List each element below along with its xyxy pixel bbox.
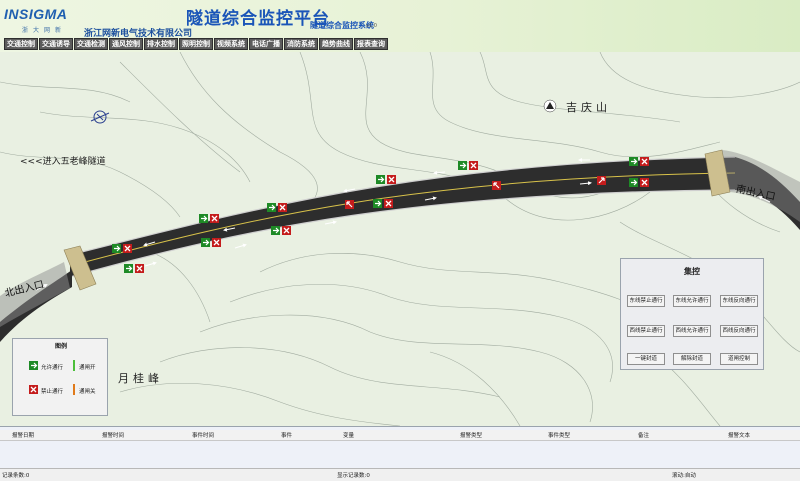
header: INSIGMA 浙大网新 浙江网新电气技术有限公司 隧道综合监控平台 隧道综合监…	[0, 0, 800, 52]
page-title: 隧道综合监控平台	[186, 9, 330, 29]
lane-signal-reverse[interactable]	[492, 181, 501, 190]
logo-sub: 浙大网新	[22, 27, 67, 34]
legend-forbid-label: 禁止通行	[41, 389, 64, 395]
mountain-south-label: 月桂峰	[118, 372, 163, 385]
lane-signal-forbid[interactable]	[210, 214, 219, 223]
menu-traffic-detection[interactable]: 交通检测	[74, 38, 108, 50]
menu-bar: 交通控制 交通诱导 交通检测 通风控制 排水控制 照明控制 视频系统 电话广播 …	[4, 38, 388, 50]
col-remark[interactable]: 备注	[638, 431, 649, 439]
alarm-table[interactable]: 报警日期 报警时间 事件时间 事件 变量 报警类型 事件类型 备注 报警文本	[0, 426, 800, 469]
lane-signal-allow[interactable]	[201, 238, 210, 247]
lane-signal-reverse[interactable]	[597, 176, 606, 185]
menu-drainage[interactable]: 排水控制	[144, 38, 178, 50]
alarm-table-header: 报警日期 报警时间 事件时间 事件 变量 报警类型 事件类型 备注 报警文本	[0, 430, 800, 441]
east-forbid-button[interactable]: 东线禁止通行	[627, 295, 665, 307]
gate-control-button[interactable]: 道闸控制	[720, 353, 758, 365]
col-alarm-date[interactable]: 报警日期	[12, 431, 34, 439]
lane-signal-allow[interactable]	[458, 161, 467, 170]
lane-signal-forbid[interactable]	[384, 199, 393, 208]
record-count: 记录条数:0	[2, 473, 30, 479]
menu-lighting[interactable]: 照明控制	[179, 38, 213, 50]
menu-fire[interactable]: 消防系统	[284, 38, 318, 50]
legend-gate-closed-label: 通闸关	[79, 389, 96, 395]
menu-phone-broadcast[interactable]: 电话广播	[249, 38, 283, 50]
menu-traffic-guidance[interactable]: 交通诱导	[39, 38, 73, 50]
tunnel-direction-label: <<<进入五老峰隧道	[20, 157, 106, 167]
logo-brand: INSIGMA	[4, 6, 68, 22]
menu-ventilation[interactable]: 通风控制	[109, 38, 143, 50]
lane-signal-allow[interactable]	[267, 203, 276, 212]
company-logo: INSIGMA 浙大网新	[4, 6, 80, 40]
system-subtitle: 隧道综合监控系统	[310, 21, 374, 30]
col-variable[interactable]: 变量	[343, 431, 354, 439]
lane-signal-forbid[interactable]	[212, 238, 221, 247]
lane-signal-allow[interactable]	[629, 178, 638, 187]
menu-video[interactable]: 视频系统	[214, 38, 248, 50]
legend-panel: 图例 允许通行 通闸开 禁止通行 通闸关	[12, 338, 108, 416]
west-forbid-button[interactable]: 西线禁止通行	[627, 325, 665, 337]
allow-arrow-icon	[29, 361, 38, 370]
compass-icon	[90, 110, 110, 124]
legend-allow-label: 允许通行	[41, 365, 64, 371]
lane-signal-allow[interactable]	[271, 226, 280, 235]
legend-gate-open-label: 通闸开	[79, 365, 96, 371]
west-reverse-button[interactable]: 西线反向通行	[720, 325, 758, 337]
status-bar: 记录条数:0 显示记录数:0 滚动:自动	[0, 468, 800, 481]
display-count: 显示记录数:0	[337, 473, 370, 479]
menu-traffic-control[interactable]: 交通控制	[4, 38, 38, 50]
lane-signal-forbid[interactable]	[282, 226, 291, 235]
east-reverse-button[interactable]: 东线反向通行	[720, 295, 758, 307]
col-event-type[interactable]: 事件类型	[548, 431, 570, 439]
mountain-peak-icon	[543, 99, 557, 113]
lane-signal-allow[interactable]	[124, 264, 133, 273]
central-control-panel: 集控 东线禁止通行 东线允许通行 东线反向通行 西线禁止通行 西线允许通行 西线…	[620, 258, 764, 370]
version-label: v1.0	[366, 23, 377, 29]
legend-title: 图例	[54, 343, 67, 350]
lane-signal-forbid[interactable]	[640, 178, 649, 187]
col-event-time[interactable]: 事件时间	[192, 431, 214, 439]
lane-signal-allow[interactable]	[112, 244, 121, 253]
scroll-state: 滚动:自动	[672, 473, 696, 479]
col-event[interactable]: 事件	[281, 431, 292, 439]
gate-closed-icon	[73, 384, 75, 395]
lane-signal-allow[interactable]	[376, 175, 385, 184]
menu-trend[interactable]: 趋势曲线	[319, 38, 353, 50]
forbid-x-icon	[29, 385, 38, 394]
lane-signal-forbid[interactable]	[123, 244, 132, 253]
release-close-button[interactable]: 解除封道	[673, 353, 711, 365]
one-key-close-button[interactable]: 一键封道	[627, 353, 665, 365]
lane-signal-forbid[interactable]	[278, 203, 287, 212]
lane-signal-reverse[interactable]	[345, 200, 354, 209]
lane-signal-forbid[interactable]	[387, 175, 396, 184]
lane-signal-allow[interactable]	[629, 157, 638, 166]
col-alarm-type[interactable]: 报警类型	[460, 431, 482, 439]
lane-signal-allow[interactable]	[373, 199, 382, 208]
lane-signal-forbid[interactable]	[135, 264, 144, 273]
col-alarm-time[interactable]: 报警时间	[102, 431, 124, 439]
panel-title: 集控	[684, 267, 700, 276]
gate-open-icon	[73, 360, 75, 371]
lane-signal-forbid[interactable]	[640, 157, 649, 166]
menu-report[interactable]: 报表查询	[354, 38, 388, 50]
lane-signal-forbid[interactable]	[469, 161, 478, 170]
west-allow-button[interactable]: 西线允许通行	[673, 325, 711, 337]
east-allow-button[interactable]: 东线允许通行	[673, 295, 711, 307]
col-alarm-text[interactable]: 报警文本	[728, 431, 750, 439]
mountain-north-label: 吉庆山	[566, 101, 611, 114]
lane-signal-allow[interactable]	[199, 214, 208, 223]
